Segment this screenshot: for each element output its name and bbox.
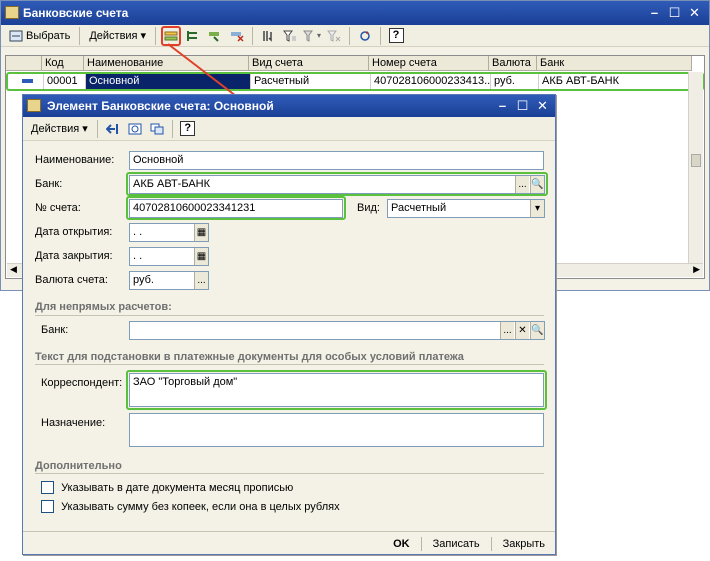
dialog-toolbar: Действия ▾ ? xyxy=(23,117,555,141)
purpose-field[interactable] xyxy=(129,413,544,447)
dialog-minimize-button[interactable]: – xyxy=(494,97,511,114)
month-in-words-option[interactable]: Указывать в дате документа месяц пропись… xyxy=(41,481,293,494)
save-button[interactable]: Записать xyxy=(427,535,486,553)
footer-separator xyxy=(490,537,492,551)
select-bank-button[interactable]: ... xyxy=(515,176,529,193)
name-field[interactable]: Основной xyxy=(129,151,544,170)
indirect-bank-label: Банк: xyxy=(41,324,69,336)
account-label: № счета: xyxy=(35,202,81,214)
calendar-icon[interactable]: ▦ xyxy=(194,248,208,265)
close-date-value: . . xyxy=(133,250,143,262)
purpose-label: Назначение: xyxy=(41,417,106,429)
callout-line xyxy=(167,43,237,97)
currency-field[interactable]: руб. ... xyxy=(129,271,209,290)
clear-icon[interactable]: ✕ xyxy=(515,322,529,339)
reread-button[interactable] xyxy=(125,119,145,139)
checkbox-label: Указывать в дате документа месяц пропись… xyxy=(61,481,294,494)
bank-label: Банк: xyxy=(35,178,63,190)
bank-account-dialog: Элемент Банковские счета: Основной – ☐ ✕… xyxy=(22,94,556,555)
search-icon[interactable]: 🔍 xyxy=(530,176,544,193)
kind-label: Вид: xyxy=(357,202,380,214)
correspondent-field[interactable]: ЗАО "Торговый дом" xyxy=(129,373,544,407)
ok-button[interactable]: OK xyxy=(387,535,416,553)
scroll-left-icon[interactable]: ◀ xyxy=(10,264,17,275)
toolbar-separator xyxy=(171,119,173,138)
no-kopecks-checkbox[interactable] xyxy=(41,500,54,513)
name-label: Наименование: xyxy=(35,154,115,166)
dialog-maximize-button[interactable]: ☐ xyxy=(514,97,531,114)
month-in-words-checkbox[interactable] xyxy=(41,481,54,494)
scroll-thumb[interactable] xyxy=(691,154,701,167)
chevron-down-icon: ▾ xyxy=(82,123,88,135)
checkbox-label: Указывать сумму без копеек, если она в ц… xyxy=(61,500,340,513)
folder-icon xyxy=(27,99,41,112)
account-kind-select[interactable]: Расчетный ▾ xyxy=(387,199,545,218)
currency-label: Валюта счета: xyxy=(35,274,108,286)
close-button[interactable]: Закрыть xyxy=(497,535,551,553)
footer-separator xyxy=(420,537,422,551)
section-divider xyxy=(35,473,544,474)
open-date-value: . . xyxy=(133,226,143,238)
open-date-field[interactable]: . . ▦ xyxy=(129,223,209,242)
correspondent-label: Корреспондент: xyxy=(41,377,123,389)
help-icon: ? xyxy=(180,121,196,136)
no-kopecks-option[interactable]: Указывать сумму без копеек, если она в ц… xyxy=(41,500,340,513)
reread-icon xyxy=(128,123,142,134)
dialog-title: Элемент Банковские счета: Основной xyxy=(47,99,274,113)
open-date-label: Дата открытия: xyxy=(35,226,113,238)
goto-icon xyxy=(105,123,118,134)
select-indirect-bank-button[interactable]: ... xyxy=(500,322,514,339)
close-date-field[interactable]: . . ▦ xyxy=(129,247,209,266)
dialog-help-button[interactable]: ? xyxy=(178,119,198,139)
footer-divider xyxy=(23,531,555,532)
indirect-bank-field[interactable]: ... ✕ 🔍 xyxy=(129,321,545,340)
search-icon[interactable]: 🔍 xyxy=(530,322,544,339)
copy-dialog-button[interactable] xyxy=(147,119,167,139)
chevron-down-icon[interactable]: ▾ xyxy=(530,200,544,217)
extra-section-title: Дополнительно xyxy=(35,460,122,472)
close-date-label: Дата закрытия: xyxy=(35,250,113,262)
dialog-footer: OK Записать Закрыть xyxy=(387,535,551,553)
calendar-icon[interactable]: ▦ xyxy=(194,224,208,241)
select-currency-button[interactable]: ... xyxy=(194,272,208,289)
dialog-title-bar: Элемент Банковские счета: Основной – ☐ ✕ xyxy=(23,95,555,117)
account-kind-value: Расчетный xyxy=(391,202,447,214)
payment-text-section-title: Текст для подстановки в платежные докуме… xyxy=(35,351,464,363)
bank-field[interactable]: АКБ АВТ-БАНК ... 🔍 xyxy=(129,175,545,194)
dialog-close-window-button[interactable]: ✕ xyxy=(534,97,551,114)
account-number-field[interactable]: 40702810600023341231 xyxy=(129,199,343,218)
toolbar-separator xyxy=(96,119,98,138)
scroll-right-icon[interactable]: ▶ xyxy=(693,264,700,275)
dialog-actions-menu-button[interactable]: Действия ▾ xyxy=(27,119,92,139)
bank-field-value: АКБ АВТ-БАНК xyxy=(133,178,211,190)
section-divider xyxy=(35,315,544,316)
currency-value: руб. xyxy=(133,274,154,286)
indirect-section-title: Для непрямых расчетов: xyxy=(35,301,172,313)
go-to-button[interactable] xyxy=(103,119,123,139)
section-divider xyxy=(35,364,544,365)
copy-icon xyxy=(150,123,164,134)
